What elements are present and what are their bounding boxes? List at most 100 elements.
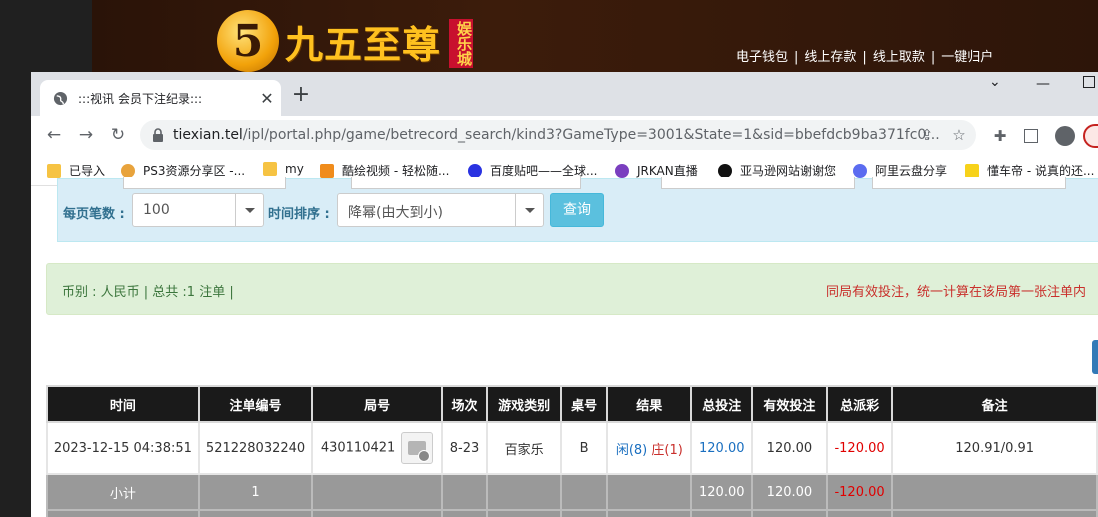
cell-payout: -120.00: [825, 421, 894, 475]
cell-total-bet: 120.00: [690, 421, 754, 475]
tab-bet-record[interactable]: :::视讯 会员下注纪录::: ✕: [40, 80, 281, 116]
link-separator: |: [930, 50, 936, 65]
summary-currency-count: 币别 : 人民币 | 总共 :1 注单 |: [62, 285, 234, 300]
partial-select[interactable]: [661, 177, 855, 189]
folder-icon: [263, 162, 277, 176]
tab-title: :::视讯 会员下注纪录:::: [78, 91, 203, 106]
site-favicon-icon: [121, 163, 135, 178]
cell-session: 8-23: [440, 421, 489, 475]
bet-record-table: 时间 注单编号 局号 场次 游戏类别 桌号 结果 总投注 有效投注 总派彩 备注…: [46, 385, 1098, 517]
cell-round-no: 430110421: [320, 440, 396, 456]
link-separator: |: [862, 50, 867, 65]
col-note: 备注: [891, 385, 1098, 423]
amazon-icon: [718, 163, 732, 178]
address-bar[interactable]: tiexian.tel/ipl/portal.php/game/betrecor…: [140, 120, 976, 150]
col-session: 场次: [440, 385, 489, 423]
cell-game: 百家乐: [486, 421, 563, 475]
query-button[interactable]: 查询: [550, 193, 604, 227]
site-top-links: 电子钱包 | 线上存款 | 线上取款 | 一键归户: [736, 46, 993, 65]
page-size-value: 100: [143, 202, 170, 218]
bookmark-star-icon[interactable]: ☆: [950, 126, 968, 144]
link-separator: |: [794, 50, 799, 65]
logo-badge: 5: [217, 10, 279, 72]
bookmark-item[interactable]: my: [263, 162, 304, 176]
share-icon[interactable]: ⇪: [918, 126, 936, 144]
url-text: tiexian.tel/ipl/portal.php/game/betrecor…: [173, 127, 940, 143]
site-favicon-icon: [320, 163, 334, 178]
paw-icon: [468, 163, 482, 178]
sort-select[interactable]: 降幂(由大到小): [337, 193, 544, 227]
bookmark-item[interactable]: 已导入: [47, 162, 105, 179]
tab-search-chevron-down-icon[interactable]: ⌄: [989, 74, 1001, 90]
subtotal-empty: [891, 473, 1098, 511]
profile-avatar-icon[interactable]: [1055, 126, 1075, 146]
page-size-label: 每页笔数 :: [63, 207, 125, 222]
col-total-bet: 总投注: [690, 385, 754, 423]
subtotal-total-bet: 120.00: [690, 473, 754, 511]
logo-tag: 娱乐城: [449, 18, 474, 68]
page-size-select[interactable]: 100: [132, 193, 264, 227]
subtotal-count: 1: [197, 473, 314, 511]
filter-panel: 每页笔数 : 100 时间排序 : 降幂(由大到小) 查询: [57, 177, 1098, 242]
site-favicon-icon: [615, 163, 629, 178]
sort-value: 降幂(由大到小): [348, 205, 443, 221]
subtotal-empty: [486, 473, 563, 511]
lock-icon: [153, 128, 163, 142]
col-result: 结果: [606, 385, 693, 423]
link-deposit[interactable]: 线上存款: [804, 50, 856, 65]
cell-time: 2023-12-15 04:38:51: [46, 421, 200, 475]
reload-icon[interactable]: ↻: [107, 124, 129, 146]
logo-text: 九五至尊: [285, 21, 442, 67]
video-replay-icon[interactable]: [401, 432, 434, 464]
folder-icon: [47, 163, 61, 178]
subtotal-empty: [606, 473, 693, 511]
subtotal-valid-bet: 120.00: [751, 473, 828, 511]
cell-valid-bet: 120.00: [751, 421, 828, 475]
tab-bar: :::视讯 会员下注纪录::: ✕ + ⌄ —: [31, 72, 1098, 116]
col-time: 时间: [46, 385, 200, 423]
side-panel-icon[interactable]: [1024, 129, 1038, 143]
site-logo[interactable]: 5 九五至尊 娱乐城: [217, 10, 474, 72]
cell-result: 闲(8) 庄(1): [606, 421, 693, 475]
link-withdraw[interactable]: 线上取款: [873, 50, 925, 65]
link-consolidate[interactable]: 一键归户: [941, 50, 993, 65]
maximize-icon[interactable]: [1083, 76, 1095, 88]
browser-toolbar: ← → ↻ tiexian.tel/ipl/portal.php/game/be…: [31, 116, 1098, 154]
minimize-icon[interactable]: —: [1036, 76, 1050, 92]
table-row: 2023-12-15 04:38:51 521228032240 4301104…: [46, 421, 1098, 475]
table-header-row: 时间 注单编号 局号 场次 游戏类别 桌号 结果 总投注 有效投注 总派彩 备注: [46, 385, 1098, 423]
link-wallet[interactable]: 电子钱包: [736, 50, 788, 65]
sort-label: 时间排序 :: [268, 207, 330, 222]
close-icon[interactable]: ✕: [253, 89, 281, 108]
cell-table: B: [560, 421, 609, 475]
summary-notice: 同局有效投注，统一计算在该局第一张注单内: [826, 285, 1087, 300]
partial-select[interactable]: [123, 177, 286, 189]
side-action-button[interactable]: [1092, 340, 1098, 374]
update-badge[interactable]: [1083, 124, 1098, 148]
back-arrow-icon[interactable]: ←: [43, 124, 65, 146]
summary-panel: 币别 : 人民币 | 总共 :1 注单 | 同局有效投注，统一计算在该局第一张注…: [46, 263, 1098, 315]
total-row-partial: [46, 509, 1098, 517]
subtotal-empty: [560, 473, 609, 511]
chevron-down-icon: [235, 194, 263, 226]
col-round-no: 局号: [311, 385, 443, 423]
car-icon: [965, 163, 979, 178]
result-banker: 庄(1): [651, 442, 683, 458]
subtotal-empty: [311, 473, 443, 511]
chevron-down-icon: [515, 194, 543, 226]
subtotal-payout: -120.00: [825, 473, 894, 511]
partial-select[interactable]: [872, 177, 1066, 189]
col-table: 桌号: [560, 385, 609, 423]
subtotal-label: 小计: [46, 473, 200, 511]
new-tab-button[interactable]: +: [289, 84, 313, 106]
globe-icon: [53, 91, 68, 105]
extensions-puzzle-icon[interactable]: ✚: [991, 127, 1009, 145]
partial-select[interactable]: [351, 177, 581, 189]
cell-note: 120.91/0.91: [891, 421, 1098, 475]
col-payout: 总派彩: [825, 385, 894, 423]
result-player: 闲(8): [615, 442, 648, 458]
cell-round: 430110421: [311, 421, 443, 475]
forward-arrow-icon[interactable]: →: [75, 124, 97, 146]
subtotal-row: 小计 1 120.00 120.00 -120.00: [46, 473, 1098, 511]
cell-bet-no: 521228032240: [197, 421, 314, 475]
